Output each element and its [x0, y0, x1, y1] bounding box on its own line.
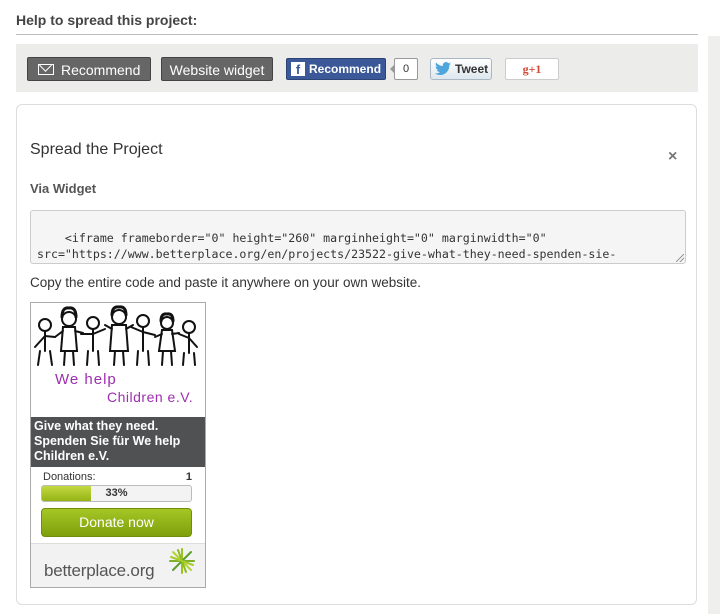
org-name-line2: Children e.V. [107, 389, 194, 405]
sparkle-star-icon [169, 548, 195, 574]
copy-instructions: Copy the entire code and paste it anywhe… [30, 275, 421, 290]
recommend-label: Recommend [61, 62, 141, 78]
right-scroll-strip [708, 36, 720, 614]
project-image: We help Children e.V. [31, 303, 205, 417]
share-bar: Recommend Website widget f Recommend 0 T… [16, 44, 698, 92]
donations-label: Donations: [43, 471, 96, 483]
progress-percent: 33% [105, 487, 128, 499]
donations-count: 1 [185, 471, 192, 483]
title-divider [16, 34, 698, 35]
facebook-recommend-label: Recommend [309, 62, 382, 76]
donation-progress-bar: 33% [41, 485, 192, 502]
tweet-button[interactable]: Tweet [430, 58, 492, 80]
org-name-line1: We help [55, 371, 117, 388]
google-plus-button[interactable]: g+1 [505, 58, 559, 80]
panel-title: Spread the Project [30, 141, 163, 158]
website-widget-button[interactable]: Website widget [161, 57, 273, 81]
embed-code-text: <iframe frameborder="0" height="260" mar… [37, 231, 617, 261]
facebook-recommend-button[interactable]: f Recommend [286, 58, 386, 80]
resize-handle-icon[interactable] [676, 254, 684, 262]
recommend-button[interactable]: Recommend [27, 57, 151, 81]
twitter-bird-icon [435, 62, 451, 75]
embed-code-textarea[interactable]: <iframe frameborder="0" height="260" mar… [30, 210, 686, 264]
spread-project-panel: Spread the Project × Via Widget <iframe … [16, 104, 697, 605]
close-icon[interactable]: × [668, 148, 677, 166]
section-title: Help to spread this project: [16, 12, 198, 28]
widget-body: Donations: 1 33% Donate now [31, 467, 205, 543]
children-drawing-icon [34, 305, 198, 366]
facebook-count: 0 [390, 58, 418, 80]
tweet-label: Tweet [455, 62, 489, 76]
widget-caption: Give what they need. Spenden Sie für We … [31, 417, 205, 467]
donate-now-button[interactable]: Donate now [41, 508, 192, 537]
facebook-icon: f [291, 62, 305, 77]
via-widget-heading: Via Widget [30, 181, 97, 196]
widget-footer: betterplace.org [31, 543, 205, 587]
betterplace-logo: betterplace.org [44, 561, 155, 580]
widget-preview: We help Children e.V. Give what they nee… [30, 302, 206, 588]
mail-icon [38, 64, 54, 75]
